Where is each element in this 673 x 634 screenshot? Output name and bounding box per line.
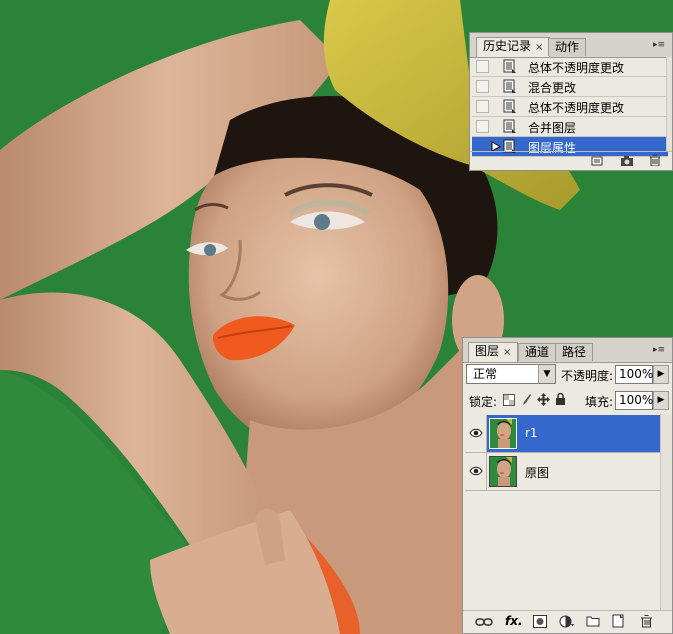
document-state-icon bbox=[503, 119, 516, 133]
tab-history[interactable]: 历史记录 × bbox=[476, 37, 551, 57]
history-state[interactable]: 总体不透明度更改 bbox=[472, 57, 668, 77]
history-tab-bar: 历史记录 × 动作 ▸≡ bbox=[470, 33, 672, 58]
opacity-input[interactable]: 100% ▶ bbox=[615, 365, 669, 384]
blend-mode-value: 正常 bbox=[473, 367, 498, 381]
history-state-label: 总体不透明度更改 bbox=[528, 61, 625, 75]
eye-icon bbox=[469, 428, 483, 438]
close-tab-icon[interactable]: × bbox=[535, 42, 543, 53]
tab-layers[interactable]: 图层 × bbox=[468, 342, 519, 362]
history-brush-source-box[interactable] bbox=[476, 100, 489, 113]
layer-thumbnail-image bbox=[490, 457, 516, 486]
opacity-label: 不透明度: bbox=[561, 369, 614, 383]
tab-channels[interactable]: 通道 bbox=[518, 343, 557, 361]
layer-thumbnail bbox=[489, 456, 517, 487]
tab-paths[interactable]: 路径 bbox=[555, 343, 594, 361]
lock-transparent-pixels-icon[interactable] bbox=[503, 394, 515, 406]
tab-history-label: 历史记录 bbox=[483, 39, 532, 53]
opacity-value: 100% bbox=[619, 367, 654, 381]
history-scrollbar[interactable] bbox=[666, 57, 672, 152]
panel-menu-icon[interactable]: ▸≡ bbox=[652, 344, 666, 356]
opacity-slider-arrow-icon[interactable]: ▶ bbox=[653, 365, 669, 384]
chevron-down-icon[interactable]: ▼ bbox=[538, 365, 555, 383]
lock-image-pixels-icon[interactable] bbox=[520, 393, 532, 406]
layer-thumbnail bbox=[489, 418, 517, 449]
document-state-icon bbox=[503, 99, 516, 113]
eye-icon bbox=[469, 466, 483, 476]
lock-label: 锁定: bbox=[469, 395, 498, 409]
fill-slider-arrow-icon[interactable]: ▶ bbox=[653, 391, 669, 410]
history-brush-source-box[interactable] bbox=[476, 80, 489, 93]
new-layer-icon[interactable] bbox=[612, 614, 625, 628]
panel-menu-icon[interactable]: ▸≡ bbox=[652, 39, 666, 51]
tab-channels-label: 通道 bbox=[525, 345, 550, 359]
layer-name[interactable]: 原图 bbox=[525, 464, 549, 481]
lock-position-icon[interactable] bbox=[537, 393, 550, 406]
history-state[interactable]: 总体不透明度更改 bbox=[472, 97, 668, 117]
layer-visibility-toggle[interactable] bbox=[465, 453, 487, 490]
history-state[interactable]: 混合更改 bbox=[472, 77, 668, 97]
fill-input[interactable]: 100% ▶ bbox=[615, 391, 669, 410]
history-brush-source-box[interactable] bbox=[476, 120, 489, 133]
fill-label: 填充: bbox=[585, 395, 614, 409]
tab-layers-label: 图层 bbox=[475, 344, 500, 358]
layers-tab-bar: 图层 × 通道 路径 ▸≡ bbox=[463, 338, 672, 363]
layers-scrollbar[interactable] bbox=[660, 414, 672, 611]
layer-mask-icon[interactable] bbox=[533, 615, 547, 628]
layer-name[interactable]: r1 bbox=[525, 426, 538, 440]
delete-state-icon[interactable] bbox=[648, 154, 662, 166]
layers-panel: ◂◂ 图层× 通道 路径 ▸≡ 正常 ▼ 不透明度: 100% ▶ 锁定: 填充… bbox=[462, 337, 673, 634]
link-layers-icon[interactable] bbox=[475, 617, 493, 627]
lock-all-icon[interactable] bbox=[555, 393, 566, 406]
history-state-label: 混合更改 bbox=[528, 81, 577, 95]
tab-paths-label: 路径 bbox=[562, 345, 587, 359]
new-document-from-state-icon[interactable] bbox=[590, 155, 604, 167]
layer-row-r1[interactable]: r1 bbox=[465, 415, 660, 453]
delete-layer-icon[interactable] bbox=[640, 614, 653, 628]
fill-value: 100% bbox=[619, 393, 654, 407]
tab-actions[interactable]: 动作 bbox=[548, 38, 587, 56]
history-footer bbox=[470, 151, 672, 170]
new-group-icon[interactable] bbox=[586, 615, 600, 627]
create-snapshot-icon[interactable] bbox=[620, 155, 634, 167]
layer-visibility-toggle[interactable] bbox=[465, 415, 487, 452]
layer-row-original[interactable]: 原图 bbox=[465, 453, 660, 491]
document-state-icon bbox=[503, 59, 516, 73]
history-brush-source-box[interactable] bbox=[476, 60, 489, 73]
adjustment-layer-icon[interactable] bbox=[559, 615, 575, 628]
tab-actions-label: 动作 bbox=[555, 40, 580, 54]
document-state-icon bbox=[503, 79, 516, 93]
layers-footer: fx. bbox=[463, 610, 672, 633]
history-state-label: 总体不透明度更改 bbox=[528, 101, 625, 115]
blend-mode-select[interactable]: 正常 ▼ bbox=[466, 364, 556, 384]
history-state-label: 合并图层 bbox=[528, 121, 577, 135]
history-panel: ◂◂ 历史记录× 动作 ▸≡ 总体不透明度更改 混合更改 总体不透明度更改 合并… bbox=[469, 32, 673, 171]
blend-opacity-row: 正常 ▼ 不透明度: 100% ▶ bbox=[463, 362, 672, 386]
history-state[interactable]: 合并图层 bbox=[472, 117, 668, 137]
layer-thumbnail-image bbox=[490, 419, 516, 448]
lock-fill-row: 锁定: 填充: 100% ▶ bbox=[463, 388, 672, 412]
close-tab-icon[interactable]: × bbox=[503, 347, 511, 358]
layer-style-icon[interactable]: fx. bbox=[505, 614, 523, 628]
